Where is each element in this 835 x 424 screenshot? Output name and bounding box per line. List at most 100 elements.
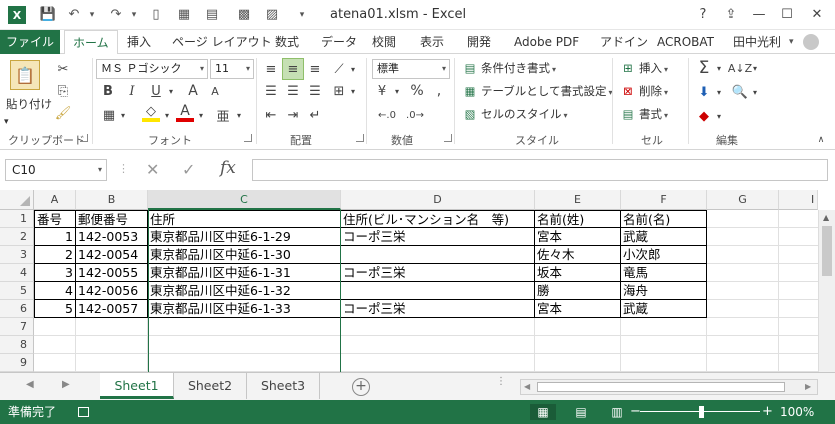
increase-indent-icon[interactable]: ⇥: [284, 106, 302, 124]
horizontal-scroll-thumb[interactable]: [537, 382, 785, 392]
cell-b7[interactable]: [76, 318, 148, 336]
name-box[interactable]: C10 ▾: [5, 159, 107, 181]
cell-c1[interactable]: 住所: [148, 210, 341, 228]
font-name-select[interactable]: ＭＳ Ｐゴシック ▾: [96, 59, 208, 79]
cell-f1[interactable]: 名前(名): [621, 210, 707, 228]
add-sheet-button[interactable]: +: [352, 378, 370, 396]
increase-decimal-icon[interactable]: ←.0: [376, 106, 398, 124]
cell-f4[interactable]: 竜馬: [621, 264, 707, 282]
comma-button[interactable]: ,: [430, 82, 448, 100]
phonetic-dropdown-icon[interactable]: ▾: [234, 106, 244, 124]
cell-e9[interactable]: [535, 354, 621, 372]
align-right-icon[interactable]: ☰: [306, 82, 324, 100]
grow-font-button[interactable]: A: [184, 82, 202, 100]
clear-dropdown-icon[interactable]: ▾: [714, 106, 724, 126]
minimize-icon[interactable]: —: [746, 6, 772, 24]
redo-icon[interactable]: ↷: [106, 6, 126, 24]
vertical-scrollbar[interactable]: ▲: [818, 210, 835, 372]
undo-icon[interactable]: ↶: [64, 6, 84, 24]
cell-f6[interactable]: 武蔵: [621, 300, 707, 318]
font-color-button[interactable]: A: [176, 103, 194, 122]
tab-page-layout[interactable]: ページ レイアウト: [172, 30, 272, 54]
paste-icon[interactable]: 📋: [10, 60, 40, 90]
borders-icon[interactable]: ▦: [100, 106, 118, 124]
paste-button[interactable]: 貼り付け: [6, 94, 52, 114]
cell-i8[interactable]: [779, 336, 818, 354]
scroll-left-icon[interactable]: ◀: [524, 382, 530, 391]
tab-formulas[interactable]: 数式: [275, 30, 299, 54]
horizontal-scrollbar[interactable]: ◀ ▶: [520, 379, 818, 395]
column-header-g[interactable]: G: [707, 190, 779, 210]
currency-format-icon[interactable]: ¥: [372, 82, 392, 100]
image-icon[interactable]: ▨: [262, 6, 282, 24]
tab-review[interactable]: 校閲: [372, 30, 396, 54]
cell-e2[interactable]: 宮本: [535, 228, 621, 246]
cell-b9[interactable]: [76, 354, 148, 372]
sort-filter-icon[interactable]: A↓Z: [728, 58, 752, 78]
format-cells-button[interactable]: ▤ 書式 ▾: [620, 104, 668, 124]
wrap-text-icon[interactable]: ↵: [306, 106, 324, 124]
tab-acrobat[interactable]: ACROBAT: [657, 30, 714, 54]
cell-g9[interactable]: [707, 354, 779, 372]
column-header-a[interactable]: A: [34, 190, 76, 210]
tab-addins[interactable]: アドイン: [600, 30, 648, 54]
find-dropdown-icon[interactable]: ▾: [750, 82, 760, 102]
row-header[interactable]: 8: [0, 336, 34, 354]
zoom-slider-thumb[interactable]: [699, 406, 704, 418]
cell-c2[interactable]: 東京都品川区中延6-1-29: [148, 228, 341, 246]
tab-data[interactable]: データ: [321, 30, 357, 54]
select-all-button[interactable]: [0, 190, 34, 210]
cell-b1[interactable]: 郵便番号: [76, 210, 148, 228]
cell-c5[interactable]: 東京都品川区中延6-1-32: [148, 282, 341, 300]
cell-c9[interactable]: [148, 354, 341, 372]
cell-f8[interactable]: [621, 336, 707, 354]
cell-b6[interactable]: 142-0057: [76, 300, 148, 318]
sheet-tab-sheet3[interactable]: Sheet3: [247, 373, 320, 399]
cell-b8[interactable]: [76, 336, 148, 354]
cell-c6[interactable]: 東京都品川区中延6-1-33: [148, 300, 341, 318]
cell-d9[interactable]: [341, 354, 535, 372]
cell-g3[interactable]: [707, 246, 779, 264]
italic-button[interactable]: I: [124, 82, 140, 100]
number-launcher-icon[interactable]: [444, 134, 452, 142]
column-header-i[interactable]: I: [779, 190, 818, 210]
row-header[interactable]: 5: [0, 282, 34, 300]
cell-f3[interactable]: 小次郎: [621, 246, 707, 264]
cell-f5[interactable]: 海舟: [621, 282, 707, 300]
row-header[interactable]: 6: [0, 300, 34, 318]
tab-file[interactable]: ファイル: [0, 30, 60, 54]
cell-i4[interactable]: [779, 264, 818, 282]
autosum-button[interactable]: Σ: [694, 58, 714, 78]
cell-i5[interactable]: [779, 282, 818, 300]
cell-d6[interactable]: コーポ三栄: [341, 300, 535, 318]
cell-g8[interactable]: [707, 336, 779, 354]
cell-d3[interactable]: [341, 246, 535, 264]
cell-i6[interactable]: [779, 300, 818, 318]
fill-icon[interactable]: ⬇: [694, 82, 714, 102]
cancel-entry-button[interactable]: ✕: [146, 160, 159, 179]
tab-view[interactable]: 表示: [420, 30, 444, 54]
underline-dropdown-icon[interactable]: ▾: [166, 82, 176, 100]
cell-f9[interactable]: [621, 354, 707, 372]
cell-e6[interactable]: 宮本: [535, 300, 621, 318]
print-preview-icon[interactable]: ▤: [202, 6, 222, 24]
confirm-entry-button[interactable]: ✓: [182, 160, 195, 179]
cell-e1[interactable]: 名前(姓): [535, 210, 621, 228]
scroll-up-icon[interactable]: ▲: [823, 213, 829, 222]
column-header-b[interactable]: B: [76, 190, 148, 210]
cell-a5[interactable]: 4: [34, 282, 76, 300]
cell-d7[interactable]: [341, 318, 535, 336]
orientation-icon[interactable]: ⟋: [330, 60, 348, 78]
redo-dropdown-icon[interactable]: ▾: [124, 6, 144, 24]
shrink-font-button[interactable]: A: [206, 82, 224, 100]
bold-button[interactable]: B: [100, 82, 116, 100]
cut-icon[interactable]: ✂: [54, 60, 72, 78]
column-header-e[interactable]: E: [535, 190, 621, 210]
align-left-icon[interactable]: ☰: [262, 82, 280, 100]
close-icon[interactable]: ✕: [804, 6, 830, 24]
percent-button[interactable]: %: [408, 82, 426, 100]
zoom-in-button[interactable]: +: [762, 400, 773, 424]
page-break-view-icon[interactable]: ▥: [604, 404, 630, 420]
sheet-tab-sheet2[interactable]: Sheet2: [174, 373, 247, 399]
cell-d1[interactable]: 住所(ビル･マンション名 等): [341, 210, 535, 228]
